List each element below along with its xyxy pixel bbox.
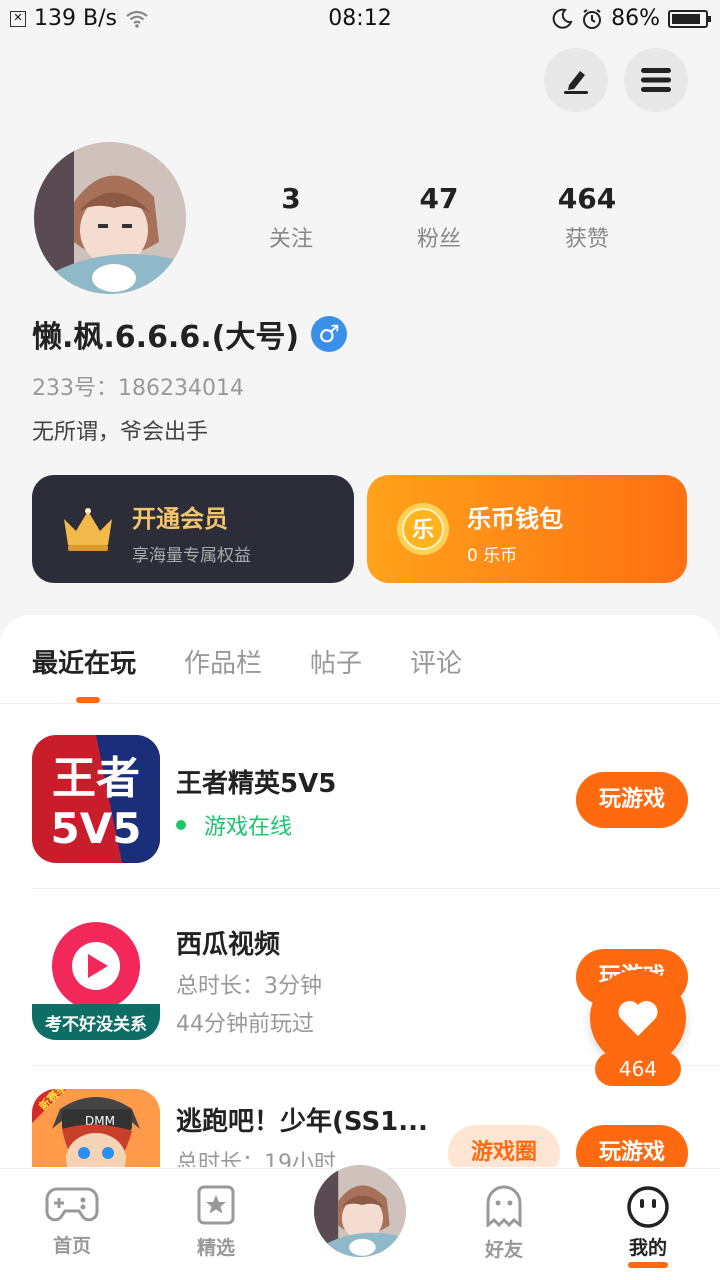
likes-label: 获赞 (564, 227, 609, 252)
game-art-taopao: DMM 新赛季 (32, 1089, 160, 1167)
nav-me-label: 我的 (628, 1237, 667, 1259)
user-id: 233号：186234014 (32, 376, 244, 401)
avatar[interactable] (34, 142, 186, 294)
smile-face-icon (627, 1186, 669, 1228)
tab-works[interactable]: 作品栏 (184, 643, 262, 680)
wallet-card[interactable]: 乐 乐币钱包 0 乐币 (367, 475, 687, 583)
alarm-icon (583, 8, 602, 29)
play-duration: 总时长：19小时 (176, 1151, 336, 1167)
menu-button[interactable] (624, 48, 688, 112)
bio: 无所谓，爷会出手 (32, 420, 209, 445)
battery-icon (668, 9, 711, 28)
menu-icon (641, 68, 671, 92)
online-dot (176, 820, 186, 830)
username: 懒.枫.6.6.6.(大号) (32, 320, 300, 355)
online-status: 游戏在线 (176, 809, 292, 841)
pen-icon (564, 71, 588, 94)
male-icon: ♂ (311, 316, 348, 352)
ghost-icon (486, 1185, 522, 1229)
vip-card[interactable]: 开通会员 享海量专属权益 (32, 475, 354, 583)
battery-level (672, 13, 700, 24)
nav-active-indicator (628, 1262, 668, 1268)
game-art-wangzhe: 王者 5V5 (32, 735, 160, 863)
play-game-button[interactable]: 玩游戏 (576, 1125, 688, 1167)
game-name: 逃跑吧！少年(SS1... (176, 1107, 428, 1137)
game-name: 西瓜视频 (176, 930, 281, 960)
banner-text: 考不好没关系 (44, 1014, 147, 1035)
followers-label: 粉丝 (416, 227, 461, 252)
game-name: 王者精英5V5 (176, 769, 337, 799)
bottom-nav: 首页 精选 好友 我的 (0, 1161, 720, 1280)
likes-count: 464 (557, 182, 617, 215)
game-row[interactable]: 王者 5V5 王者精英5V5 游戏在线 玩游戏 (0, 713, 720, 889)
row-divider (32, 888, 720, 889)
following-count: 3 (281, 182, 301, 215)
wallet-balance: 0 乐币 (467, 546, 518, 566)
coin-icon: 乐 (397, 503, 449, 555)
battery-percent: 86% (611, 6, 660, 31)
stat-followers[interactable]: 47 粉丝 (379, 182, 499, 253)
wallet-title: 乐币钱包 (467, 505, 563, 533)
edit-profile-button[interactable] (544, 48, 608, 112)
moon-icon (552, 8, 573, 29)
last-played: 44分钟前玩过 (176, 1012, 314, 1037)
game-art-xigua: 考不好没关系 (32, 912, 160, 1040)
nav-featured-label: 精选 (196, 1237, 235, 1259)
star-bookmark-icon (197, 1185, 235, 1225)
tabs-divider (0, 703, 720, 704)
followers-count: 47 (419, 182, 459, 215)
play-duration: 总时长：3分钟 (176, 974, 322, 999)
stat-likes[interactable]: 464 获赞 (527, 182, 647, 253)
username-row: 懒.枫.6.6.6.(大号) ♂ (32, 312, 348, 356)
tabs: 最近在玩 作品栏 帖子 评论 (32, 643, 462, 680)
icon-text-top: 王者 (52, 753, 140, 804)
avatar-image (34, 142, 186, 294)
nav-friends-label: 好友 (484, 1239, 523, 1261)
tab-comments[interactable]: 评论 (410, 643, 462, 680)
nav-me[interactable]: 我的 (598, 1185, 698, 1268)
status-bar: ✕ 139 B/s 08:12 86% (0, 0, 720, 40)
nav-avatar-image (314, 1165, 406, 1257)
crown-icon (64, 508, 112, 551)
icon-text-bottom: 5V5 (51, 804, 142, 853)
nav-featured[interactable]: 精选 (166, 1185, 266, 1260)
nav-home-label: 首页 (52, 1235, 91, 1257)
coin-icon-text: 乐 (412, 518, 434, 543)
tab-recent[interactable]: 最近在玩 (32, 643, 136, 680)
game-circle-button[interactable]: 游戏圈 (448, 1125, 560, 1167)
nav-avatar-button[interactable] (310, 1161, 410, 1261)
nav-home[interactable]: 首页 (22, 1185, 122, 1258)
play-game-button[interactable]: 玩游戏 (576, 772, 688, 828)
tab-posts[interactable]: 帖子 (310, 643, 362, 680)
stat-following[interactable]: 3 关注 (231, 182, 351, 253)
game-icon-taopao[interactable]: DMM 新赛季 (32, 1089, 160, 1167)
gamepad-icon (45, 1187, 99, 1222)
nav-friends[interactable]: 好友 (454, 1185, 554, 1262)
game-icon-wangzhe[interactable]: 王者 5V5 (32, 735, 160, 863)
following-label: 关注 (268, 227, 313, 252)
like-count-badge: 464 (595, 1052, 681, 1086)
vip-subtitle: 享海量专属权益 (132, 546, 251, 566)
vip-title: 开通会员 (132, 505, 228, 533)
nav-avatar (314, 1165, 406, 1257)
online-status-text: 游戏在线 (204, 815, 293, 840)
game-icon-xigua[interactable]: 考不好没关系 (32, 912, 160, 1040)
heart-icon (618, 1000, 658, 1036)
